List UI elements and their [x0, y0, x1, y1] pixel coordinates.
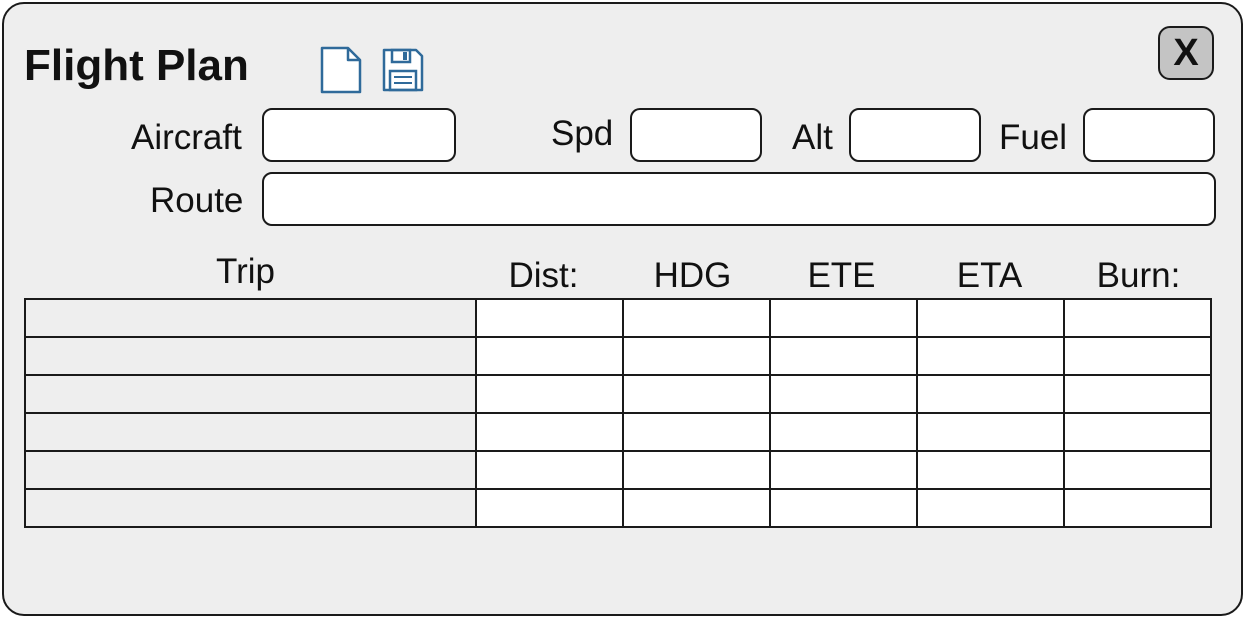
hdg-cell[interactable] — [622, 488, 771, 528]
ete-cell[interactable] — [769, 412, 918, 452]
ete-cell[interactable] — [769, 336, 918, 376]
column-header-eta: ETA — [956, 256, 1023, 295]
floppy-disk-save-icon — [382, 48, 424, 92]
table-row — [24, 450, 1212, 490]
burn-cell[interactable] — [1063, 374, 1212, 414]
hdg-cell[interactable] — [622, 412, 771, 452]
ete-cell[interactable] — [769, 298, 918, 338]
ete-cell[interactable] — [769, 374, 918, 414]
ete-cell[interactable] — [769, 488, 918, 528]
table-row — [24, 374, 1212, 414]
eta-cell[interactable] — [916, 488, 1065, 528]
trip-cell[interactable] — [24, 336, 477, 376]
alt-label: Alt — [792, 118, 833, 157]
dist-cell[interactable] — [475, 450, 624, 490]
route-label: Route — [150, 181, 244, 220]
table-row — [24, 336, 1212, 376]
table-row — [24, 488, 1212, 528]
hdg-cell[interactable] — [622, 298, 771, 338]
hdg-cell[interactable] — [622, 336, 771, 376]
burn-cell[interactable] — [1063, 336, 1212, 376]
dist-cell[interactable] — [475, 412, 624, 452]
hdg-cell[interactable] — [622, 374, 771, 414]
fuel-label: Fuel — [999, 118, 1068, 157]
column-header-dist: Dist: — [508, 256, 579, 295]
burn-cell[interactable] — [1063, 488, 1212, 528]
dist-cell[interactable] — [475, 374, 624, 414]
eta-cell[interactable] — [916, 298, 1065, 338]
trip-cell[interactable] — [24, 374, 477, 414]
burn-cell[interactable] — [1063, 298, 1212, 338]
save-button[interactable] — [382, 46, 424, 94]
trip-cell[interactable] — [24, 450, 477, 490]
dist-cell[interactable] — [475, 336, 624, 376]
column-header-burn: Burn: — [1096, 256, 1181, 295]
dist-cell[interactable] — [475, 488, 624, 528]
table-row — [24, 298, 1212, 338]
hdg-cell[interactable] — [622, 450, 771, 490]
trip-cell[interactable] — [24, 298, 477, 338]
aircraft-field[interactable] — [262, 108, 456, 162]
eta-cell[interactable] — [916, 374, 1065, 414]
new-document-button[interactable] — [320, 46, 362, 94]
trip-table — [24, 298, 1212, 528]
alt-field[interactable] — [849, 108, 981, 162]
aircraft-label: Aircraft — [131, 118, 242, 157]
fuel-field[interactable] — [1083, 108, 1215, 162]
eta-cell[interactable] — [916, 336, 1065, 376]
spd-field[interactable] — [630, 108, 762, 162]
page-title: Flight Plan — [24, 41, 249, 90]
burn-cell[interactable] — [1063, 450, 1212, 490]
ete-cell[interactable] — [769, 450, 918, 490]
close-button[interactable]: X — [1158, 26, 1214, 80]
trip-cell[interactable] — [24, 412, 477, 452]
new-document-icon — [320, 46, 362, 94]
column-header-trip: Trip — [216, 252, 275, 291]
table-row — [24, 412, 1212, 452]
column-header-hdg: HDG — [653, 256, 732, 295]
spd-label: Spd — [551, 114, 614, 153]
eta-cell[interactable] — [916, 412, 1065, 452]
route-field[interactable] — [262, 172, 1216, 226]
dist-cell[interactable] — [475, 298, 624, 338]
burn-cell[interactable] — [1063, 412, 1212, 452]
eta-cell[interactable] — [916, 450, 1065, 490]
column-header-ete: ETE — [807, 256, 876, 295]
trip-cell[interactable] — [24, 488, 477, 528]
flight-plan-window: Flight Plan X Aircraft Spd Alt Fuel Rout… — [2, 2, 1243, 616]
